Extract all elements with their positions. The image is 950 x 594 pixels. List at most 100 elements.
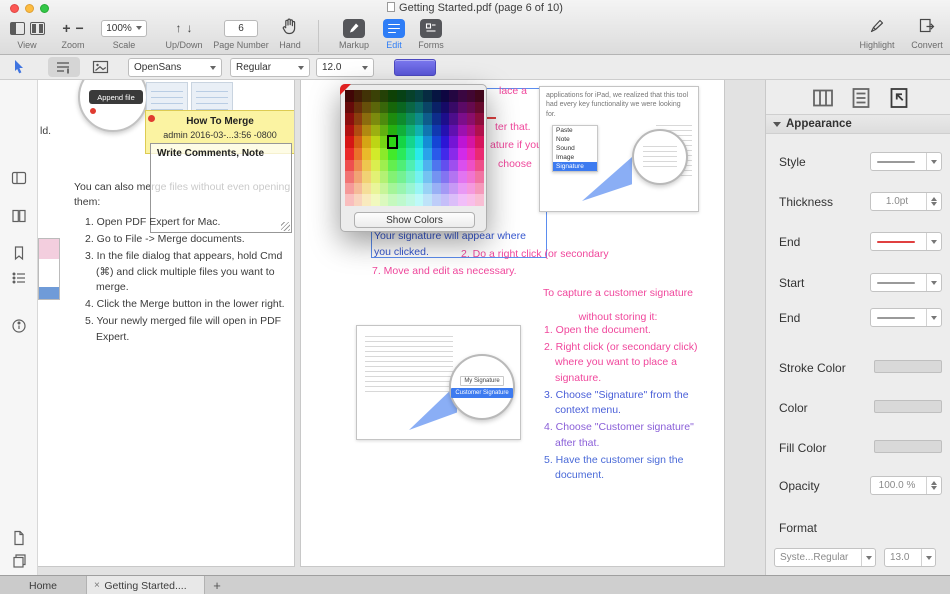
close-tab-icon[interactable]: × xyxy=(94,580,100,591)
color-swatch-cell[interactable] xyxy=(371,182,380,195)
font-color-well[interactable] xyxy=(394,59,436,76)
color-swatch-cell[interactable] xyxy=(457,113,467,125)
color-swatch-cell[interactable] xyxy=(379,148,389,160)
color-swatch-cell[interactable] xyxy=(457,148,467,160)
color-swatch-cell[interactable] xyxy=(440,159,450,172)
color-swatch-cell[interactable] xyxy=(345,124,354,137)
color-swatch-cell[interactable] xyxy=(405,148,415,160)
color-swatch-cell[interactable] xyxy=(345,90,354,102)
color-swatch-cell[interactable] xyxy=(405,113,415,125)
color-swatch-cell[interactable] xyxy=(345,194,354,206)
stepper-arrows-icon[interactable] xyxy=(925,477,941,494)
color-swatch-cell[interactable] xyxy=(466,159,476,172)
color-swatch-cell[interactable] xyxy=(466,148,476,160)
color-swatch-cell[interactable] xyxy=(371,194,380,206)
color-swatch-cell[interactable] xyxy=(379,101,389,114)
sidebar-view-icon[interactable] xyxy=(9,21,25,35)
color-swatch-cell[interactable] xyxy=(466,113,476,125)
color-swatch-cell[interactable] xyxy=(414,90,424,102)
color-swatch-cell[interactable] xyxy=(431,159,441,172)
color-swatch-cell[interactable] xyxy=(457,90,467,102)
color-swatch-cell[interactable] xyxy=(466,101,476,114)
color-swatch-cell[interactable] xyxy=(405,124,415,137)
color-swatch-cell[interactable] xyxy=(423,194,432,206)
color-swatch-cell[interactable] xyxy=(440,148,450,160)
color-swatch-cell[interactable] xyxy=(345,182,354,195)
color-swatch-cell[interactable] xyxy=(353,113,363,125)
color-swatch-cell[interactable] xyxy=(449,136,458,148)
color-swatch-cell[interactable] xyxy=(405,101,415,114)
color-swatch-cell[interactable] xyxy=(388,124,398,137)
color-swatch-cell[interactable] xyxy=(388,171,398,183)
color-swatch-cell[interactable] xyxy=(362,113,372,125)
color-swatch-cell[interactable] xyxy=(388,113,398,125)
color-swatch-cell[interactable] xyxy=(414,148,424,160)
show-colors-button[interactable]: Show Colors xyxy=(354,212,475,228)
font-size-select[interactable]: 12.0 xyxy=(316,58,374,77)
color-swatch-cell[interactable] xyxy=(405,136,415,148)
color-swatch-cell[interactable] xyxy=(423,182,432,195)
color-swatch-cell[interactable] xyxy=(405,159,415,172)
columns-panel-icon[interactable] xyxy=(811,86,835,110)
outline-panel-icon[interactable] xyxy=(849,86,873,110)
color-swatch-cell[interactable] xyxy=(379,194,389,206)
color-swatch-cell[interactable] xyxy=(388,194,398,206)
color-swatch-cell[interactable] xyxy=(466,90,476,102)
text-tool-button[interactable] xyxy=(48,57,80,77)
thickness-stepper[interactable]: 1.0pt xyxy=(870,192,942,211)
color-swatch-cell[interactable] xyxy=(379,136,389,148)
color-swatch-cell[interactable] xyxy=(475,194,484,206)
page-up-button[interactable]: ↑ xyxy=(176,19,182,37)
color-swatch-cell[interactable] xyxy=(423,136,432,148)
color-swatch-cell[interactable] xyxy=(345,136,354,148)
color-swatch-cell[interactable] xyxy=(440,90,450,102)
color-swatch-cell[interactable] xyxy=(362,148,372,160)
highlight-tool-icon[interactable] xyxy=(868,17,886,40)
color-swatch-cell[interactable] xyxy=(423,113,432,125)
fill-color-swatch[interactable] xyxy=(874,440,942,453)
color-swatch-cell[interactable] xyxy=(405,90,415,102)
color-swatch-cell[interactable] xyxy=(362,171,372,183)
bookmark-icon[interactable] xyxy=(11,245,27,261)
color-swatch-cell[interactable] xyxy=(440,194,450,206)
color-swatch-cell[interactable] xyxy=(388,90,398,102)
color-swatch-cell[interactable] xyxy=(353,90,363,102)
color-swatch-cell[interactable] xyxy=(379,171,389,183)
magnifier-annotation[interactable]: Append file xyxy=(78,80,148,132)
hand-tool-icon[interactable] xyxy=(281,17,299,40)
color-swatch-cell[interactable] xyxy=(362,194,372,206)
color-swatch-cell[interactable] xyxy=(423,101,432,114)
color-swatch-cell[interactable] xyxy=(423,148,432,160)
end-style-dropdown[interactable] xyxy=(870,232,942,251)
color-swatch-cell[interactable] xyxy=(449,182,458,195)
scale-dropdown[interactable]: 100% xyxy=(101,19,147,37)
color-swatch-cell[interactable] xyxy=(440,113,450,125)
zoom-out-button[interactable]: − xyxy=(76,19,84,37)
color-swatch-cell[interactable] xyxy=(397,113,406,125)
color-swatch-cell[interactable] xyxy=(371,101,380,114)
color-swatch-cell[interactable] xyxy=(431,148,441,160)
zoom-in-button[interactable]: + xyxy=(62,19,70,37)
color-swatch-cell[interactable] xyxy=(353,124,363,137)
color-swatch-cell[interactable] xyxy=(405,182,415,195)
color-swatch-cell[interactable] xyxy=(431,194,441,206)
color-swatch-cell[interactable] xyxy=(449,148,458,160)
color-swatch-cell[interactable] xyxy=(362,101,372,114)
new-tab-button[interactable]: + xyxy=(205,576,229,594)
color-swatch-cell[interactable] xyxy=(388,148,398,160)
color-swatch-cell[interactable] xyxy=(475,171,484,183)
color-swatch-cell[interactable] xyxy=(397,101,406,114)
color-swatch-cell[interactable] xyxy=(379,113,389,125)
color-swatch-cell[interactable] xyxy=(475,148,484,160)
color-swatch-cell[interactable] xyxy=(466,182,476,195)
color-swatch-cell[interactable] xyxy=(388,159,398,172)
color-swatch-cell[interactable] xyxy=(362,182,372,195)
color-swatch-cell[interactable] xyxy=(431,124,441,137)
color-swatch-cell[interactable] xyxy=(388,182,398,195)
color-swatch-cell[interactable] xyxy=(345,113,354,125)
tab-home[interactable]: Home xyxy=(0,576,87,594)
color-swatch-cell[interactable] xyxy=(405,171,415,183)
info-icon[interactable] xyxy=(11,318,27,334)
color-swatch-cell[interactable] xyxy=(423,159,432,172)
color-swatch-cell[interactable] xyxy=(345,159,354,172)
